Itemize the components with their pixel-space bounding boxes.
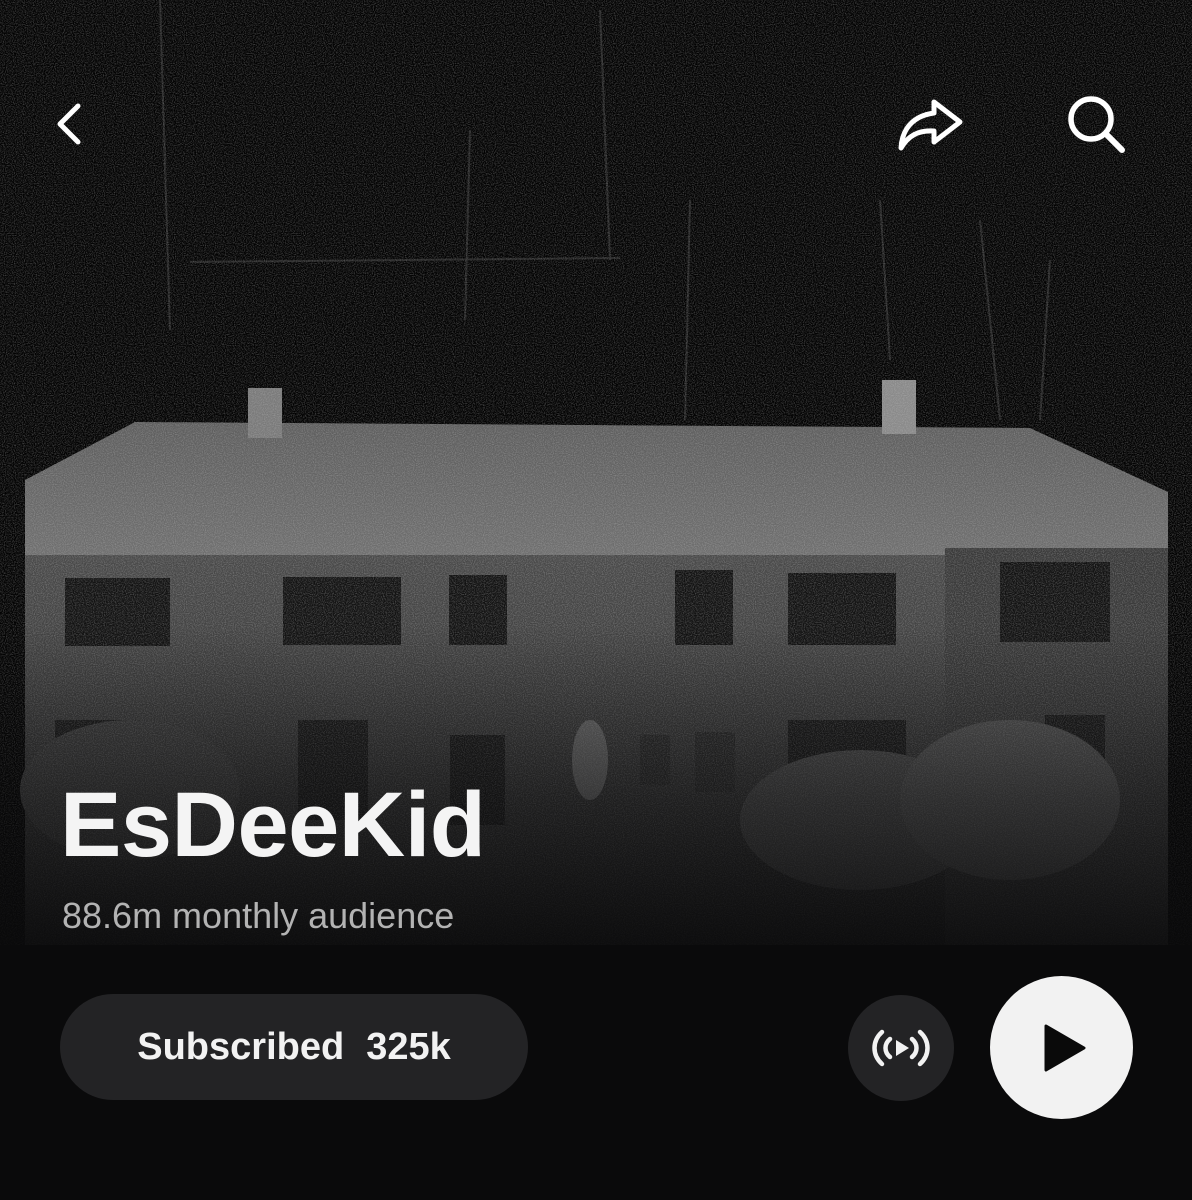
subscribe-button[interactable]: Subscribed 325k: [60, 994, 528, 1100]
broadcast-play-icon: [872, 1029, 930, 1067]
share-arrow-icon: [898, 99, 963, 151]
chevron-left-icon: [57, 103, 81, 145]
subscribe-label: Subscribed: [137, 1025, 345, 1068]
monthly-audience-text: 88.6m monthly audience: [62, 895, 455, 936]
artist-radio-button[interactable]: [848, 995, 954, 1101]
artist-header-image: EsDeeKid 88.6m monthly audience: [0, 0, 1192, 945]
back-button[interactable]: [34, 88, 106, 160]
search-icon: [1068, 96, 1125, 153]
subscriber-count: 325k: [366, 1025, 451, 1068]
play-button[interactable]: [990, 976, 1133, 1119]
play-icon: [1044, 1024, 1085, 1071]
search-button[interactable]: [1060, 88, 1132, 160]
share-button[interactable]: [894, 88, 966, 160]
artist-name: EsDeeKid: [60, 774, 486, 876]
